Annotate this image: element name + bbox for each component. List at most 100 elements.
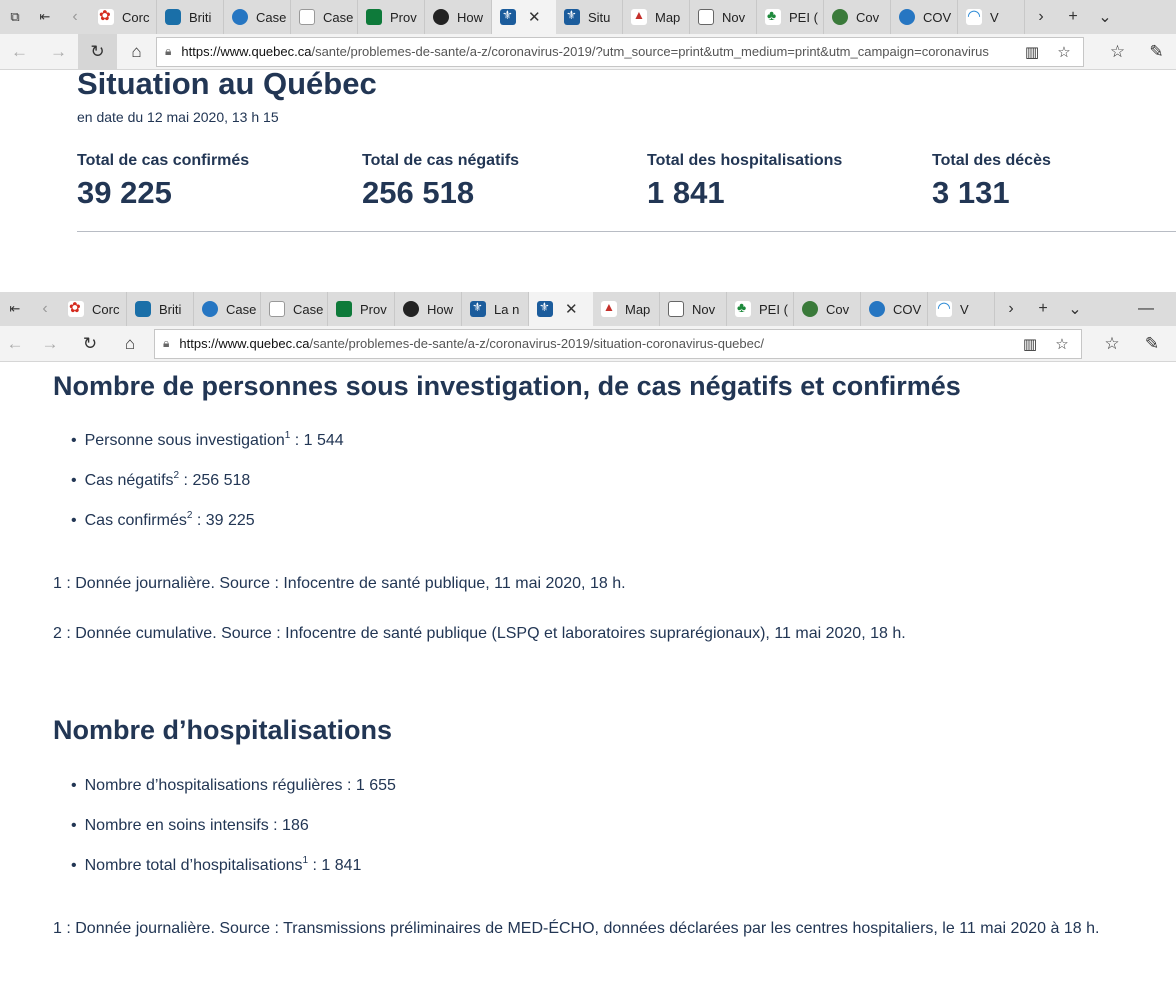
new-tab-icon[interactable]: +: [1057, 0, 1089, 34]
investigation-heading: Nombre de personnes sous investigation, …: [53, 371, 961, 401]
tab-label: PEI (: [759, 301, 788, 317]
quebec-fleur-icon: [500, 8, 516, 25]
tabs-scroll-left-icon[interactable]: ‹: [60, 0, 90, 34]
refresh-icon[interactable]: ↻: [78, 33, 117, 70]
tab-label: Map: [655, 9, 681, 25]
tab[interactable]: Corc: [60, 292, 127, 326]
tab-groups-icon[interactable]: ⧉: [0, 0, 30, 34]
tab[interactable]: Map: [623, 0, 690, 34]
item-label: Cas confirmés: [84, 512, 187, 529]
tab-active[interactable]: ✕: [529, 292, 593, 326]
footnote-ref: 2: [186, 510, 193, 521]
tab-label: Case: [293, 301, 324, 317]
tab[interactable]: Prov: [328, 292, 395, 326]
minimize-icon[interactable]: —: [1116, 292, 1176, 326]
tab-label: Corc: [122, 9, 150, 25]
url-field[interactable]: 🔒︎ https://www.quebec.ca/sante/problemes…: [154, 328, 1082, 359]
tab[interactable]: COV: [891, 0, 958, 34]
tabs-scroll-right-icon[interactable]: ›: [1025, 0, 1057, 34]
tab[interactable]: Situ: [556, 0, 623, 34]
nl-icon: [899, 9, 915, 25]
tab[interactable]: Nov: [660, 292, 727, 326]
tab[interactable]: How: [425, 0, 492, 34]
divider: [77, 231, 1176, 232]
blue-logo-icon: [232, 9, 248, 25]
news-icon: [668, 301, 684, 317]
stat-value: 39 225: [77, 175, 172, 210]
notes-pen-icon[interactable]: ✎: [1132, 326, 1172, 362]
bc-icon: [165, 9, 181, 25]
pei-icon: [765, 7, 781, 25]
tab[interactable]: Case: [261, 292, 328, 326]
set-aside-tabs-icon[interactable]: ⇤: [0, 292, 30, 326]
set-aside-tabs-icon[interactable]: ⇤: [30, 0, 60, 34]
tab[interactable]: Corc: [90, 0, 157, 34]
news-icon: [698, 9, 714, 25]
tab[interactable]: PEI (: [727, 292, 794, 326]
tab-bar: ⇤ ‹ Corc Briti Case Case Prov How La n ✕ Map Nov P…: [0, 292, 1176, 326]
favorites-list-icon[interactable]: ☆: [1092, 326, 1132, 362]
globe-icon: [832, 9, 848, 25]
url-field[interactable]: 🔒︎ https://www.quebec.ca/sante/problemes…: [156, 36, 1084, 67]
new-tab-icon[interactable]: +: [1027, 292, 1059, 326]
tab[interactable]: V: [928, 292, 995, 326]
tab-label: Briti: [159, 301, 182, 317]
list-item: Nombre d’hospitalisations régulières : 1…: [71, 771, 396, 811]
tab-list-chevron-down-icon[interactable]: ⌄: [1089, 0, 1121, 34]
tab[interactable]: La n: [462, 292, 529, 326]
tab[interactable]: Case: [291, 0, 358, 34]
tab[interactable]: Prov: [358, 0, 425, 34]
favorite-star-icon[interactable]: ☆: [1051, 335, 1073, 353]
tabs-scroll-left-icon[interactable]: ‹: [30, 292, 60, 326]
tab-label: Nov: [722, 9, 746, 25]
reading-view-icon[interactable]: ▥: [1021, 43, 1043, 61]
tab[interactable]: PEI (: [757, 0, 824, 34]
wave-icon: [966, 6, 982, 26]
forward-icon[interactable]: →: [39, 34, 78, 70]
address-bar: ← → ↻ ⌂ 🔒︎ https://www.quebec.ca/sante/p…: [0, 326, 1176, 362]
tab-list-chevron-down-icon[interactable]: ⌄: [1059, 292, 1091, 326]
tab[interactable]: Case: [194, 292, 261, 326]
tab[interactable]: Nov: [690, 0, 757, 34]
home-icon[interactable]: ⌂: [110, 326, 150, 362]
tab[interactable]: Map: [593, 292, 660, 326]
tab-active[interactable]: ✕: [492, 0, 556, 34]
favorites-list-icon[interactable]: ☆: [1098, 34, 1137, 70]
investigation-list: Personne sous investigation1 : 1 544Cas …: [71, 426, 344, 546]
browser-window-1: ⧉ ⇤ ‹ Corc Briti Case Case Prov How ✕ Situ Map No…: [0, 0, 1176, 292]
reading-view-icon[interactable]: ▥: [1019, 335, 1041, 353]
blue-logo-icon: [202, 301, 218, 317]
tab-bar: ⧉ ⇤ ‹ Corc Briti Case Case Prov How ✕ Situ Map No…: [0, 0, 1176, 34]
close-tab-icon[interactable]: ✕: [565, 300, 578, 318]
tab[interactable]: Briti: [157, 0, 224, 34]
tab[interactable]: COV: [861, 292, 928, 326]
update-date: en date du 12 mai 2020, 13 h 15: [77, 109, 279, 125]
item-value: : 1 544: [290, 432, 344, 449]
back-icon[interactable]: ←: [0, 326, 30, 362]
item-value: : 256 518: [179, 472, 251, 489]
favorite-star-icon[interactable]: ☆: [1053, 43, 1075, 61]
notes-pen-icon[interactable]: ✎: [1137, 34, 1176, 70]
red-logo-icon: [631, 8, 647, 25]
tab[interactable]: V: [958, 0, 1025, 34]
tab[interactable]: Cov: [824, 0, 891, 34]
wave-icon: [936, 298, 952, 318]
refresh-icon[interactable]: ↻: [70, 326, 110, 362]
tab[interactable]: Case: [224, 0, 291, 34]
home-icon[interactable]: ⌂: [117, 34, 156, 70]
forward-icon[interactable]: →: [30, 326, 70, 362]
footnote-ref: 1: [302, 855, 309, 866]
item-value: : 186: [268, 817, 309, 834]
details-section: Nombre de personnes sous investigation, …: [0, 364, 1176, 1008]
close-tab-icon[interactable]: ✕: [528, 8, 541, 26]
tab[interactable]: How: [395, 292, 462, 326]
tab[interactable]: Briti: [127, 292, 194, 326]
stat-negative-cases: Total de cas négatifs 256 518: [362, 152, 632, 211]
tabs-scroll-right-icon[interactable]: ›: [995, 292, 1027, 326]
tab[interactable]: Cov: [794, 292, 861, 326]
canada-flag-icon: [98, 7, 114, 25]
dark-logo-icon: [433, 9, 449, 25]
list-item: Nombre en soins intensifs : 186: [71, 811, 396, 851]
back-icon[interactable]: ←: [0, 34, 39, 70]
quebec-fleur-icon: [470, 300, 486, 317]
